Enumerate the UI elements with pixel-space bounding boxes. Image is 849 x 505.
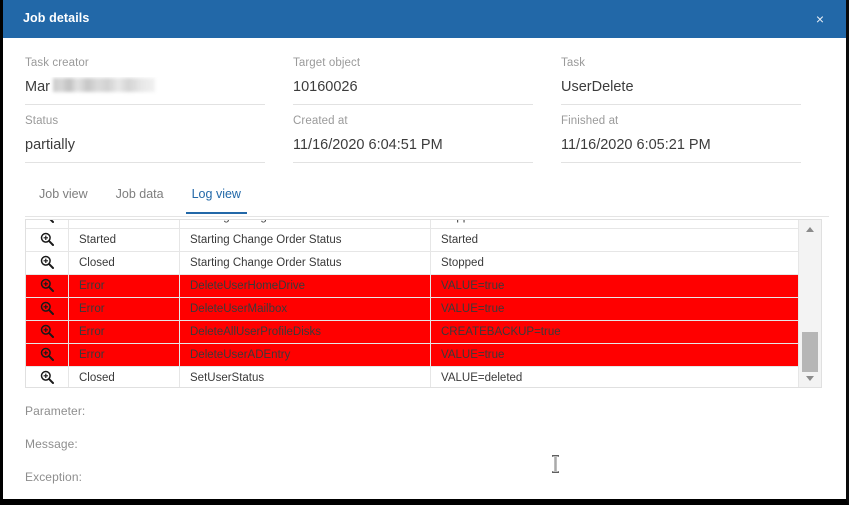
zoom-in-magnifier-icon[interactable] [40, 220, 54, 223]
log-cell-value: Stopped [430, 251, 798, 275]
field-label-task: Task [561, 57, 586, 69]
log-view-panel: ClosedStarting Change Order Statusstoppe… [25, 219, 822, 388]
field-finished-at: Finished at 11/16/2020 6:05:21 PM [561, 113, 829, 163]
scroll-down-arrow-icon[interactable] [799, 370, 821, 387]
table-row[interactable]: Error DeleteUserMailbox VALUE=true [26, 297, 798, 321]
log-cell-action: SetUserStatus [179, 366, 431, 387]
field-value-target-object: 10160026 [293, 77, 533, 105]
form-row-2: Status partially Created at 11/16/2020 6… [25, 113, 829, 171]
field-value-created-at: 11/16/2020 6:04:51 PM [293, 135, 533, 163]
dialog-title-bar: Job details × [3, 0, 846, 38]
log-cell-status: Closed [68, 366, 180, 387]
field-value-task: UserDelete [561, 77, 801, 105]
scroll-up-arrow-icon[interactable] [799, 220, 821, 237]
log-cell-status: Error [68, 297, 180, 321]
dialog-body: Task creator Mar Target object 10160026 … [3, 38, 846, 499]
job-details-form: Task creator Mar Target object 10160026 … [25, 55, 829, 171]
log-cell-status: Error [68, 343, 180, 367]
table-row[interactable]: Error DeleteUserHomeDrive VALUE=true [26, 274, 798, 298]
form-row-1: Task creator Mar Target object 10160026 … [25, 55, 829, 113]
tab-log-view[interactable]: Log view [178, 184, 255, 214]
table-row[interactable]: Started Starting Change Order Status Start… [26, 228, 798, 252]
table-row[interactable]: Error DeleteAllUserProfileDisks CREATEBACK… [26, 320, 798, 344]
log-cell-status: Closed [68, 251, 180, 275]
log-cell-action: DeleteUserHomeDrive [179, 274, 431, 298]
table-row[interactable]: Closed SetUserStatus VALUE=deleted [26, 366, 798, 387]
log-cell-status: Closed [68, 220, 180, 229]
task-creator-text: Mar [25, 79, 50, 95]
log-cell-action: DeleteAllUserProfileDisks [179, 320, 431, 344]
field-label-target-object: Target object [293, 57, 361, 69]
zoom-in-magnifier-icon[interactable] [40, 232, 54, 246]
table-row[interactable]: Closed Starting Change Order Status Stoppe… [26, 251, 798, 275]
log-cell-action: Starting Change Order Status [179, 228, 431, 252]
field-label-finished-at: Finished at [561, 115, 619, 127]
page-title: Job details [23, 11, 90, 25]
label-message: Message: [25, 437, 78, 451]
field-task: Task UserDelete [561, 55, 829, 105]
zoom-in-magnifier-icon[interactable] [40, 301, 54, 315]
zoom-in-magnifier-icon[interactable] [40, 324, 54, 338]
label-parameter: Parameter: [25, 404, 86, 418]
field-value-status: partially [25, 135, 265, 163]
close-icon[interactable]: × [810, 9, 830, 29]
log-cell-status: Started [68, 228, 180, 252]
log-row-zoom-cell[interactable] [26, 251, 69, 275]
tab-bar: Job view Job data Log view [25, 184, 829, 217]
log-cell-action: DeleteUserADEntry [179, 343, 431, 367]
log-cell-status: Error [68, 320, 180, 344]
log-cell-value: VALUE=deleted [430, 366, 798, 387]
log-table: ClosedStarting Change Order Statusstoppe… [26, 220, 798, 387]
log-cell-value: Started [430, 228, 798, 252]
log-cell-value: VALUE=true [430, 274, 798, 298]
log-vertical-scrollbar[interactable] [798, 220, 821, 387]
log-row-zoom-cell[interactable] [26, 366, 69, 387]
field-label-created-at: Created at [293, 115, 348, 127]
log-cell-value: VALUE=true [430, 297, 798, 321]
log-cell-action: Starting Change Order Status [179, 220, 431, 229]
log-row-zoom-cell[interactable] [26, 343, 69, 367]
log-cell-value: CREATEBACKUP=true [430, 320, 798, 344]
tab-job-data[interactable]: Job data [102, 184, 178, 213]
redaction-mask [53, 78, 155, 92]
field-value-finished-at: 11/16/2020 6:05:21 PM [561, 135, 801, 163]
log-row-zoom-cell[interactable] [26, 297, 69, 321]
field-value-task-creator: Mar [25, 77, 265, 105]
log-cell-status: Error [68, 274, 180, 298]
zoom-in-magnifier-icon[interactable] [40, 370, 54, 384]
log-table-viewport: ClosedStarting Change Order Statusstoppe… [26, 220, 798, 387]
log-row-zoom-cell[interactable] [26, 320, 69, 344]
log-cell-action: Starting Change Order Status [179, 251, 431, 275]
field-created-at: Created at 11/16/2020 6:04:51 PM [293, 113, 561, 163]
table-row[interactable]: Error DeleteUserADEntry VALUE=true [26, 343, 798, 367]
log-entry-details: Parameter: Message: Exception: [25, 403, 725, 499]
field-label-task-creator: Task creator [25, 57, 89, 69]
label-exception: Exception: [25, 470, 83, 484]
log-cell-value: VALUE=true [430, 343, 798, 367]
zoom-in-magnifier-icon[interactable] [40, 255, 54, 269]
job-details-dialog: Job details × Task creator Mar Target ob… [0, 0, 849, 505]
field-label-status: Status [25, 115, 59, 127]
log-row-zoom-cell[interactable] [26, 220, 69, 229]
field-target-object: Target object 10160026 [293, 55, 561, 105]
scrollbar-thumb[interactable] [802, 332, 818, 372]
log-row-zoom-cell[interactable] [26, 228, 69, 252]
log-cell-action: DeleteUserMailbox [179, 297, 431, 321]
log-row-zoom-cell[interactable] [26, 274, 69, 298]
log-cell-value: stopped [430, 220, 798, 229]
zoom-in-magnifier-icon[interactable] [40, 278, 54, 292]
field-task-creator: Task creator Mar [25, 55, 293, 105]
zoom-in-magnifier-icon[interactable] [40, 347, 54, 361]
field-status: Status partially [25, 113, 293, 163]
table-row[interactable]: ClosedStarting Change Order Statusstoppe… [26, 220, 798, 229]
tab-job-view[interactable]: Job view [25, 184, 102, 213]
